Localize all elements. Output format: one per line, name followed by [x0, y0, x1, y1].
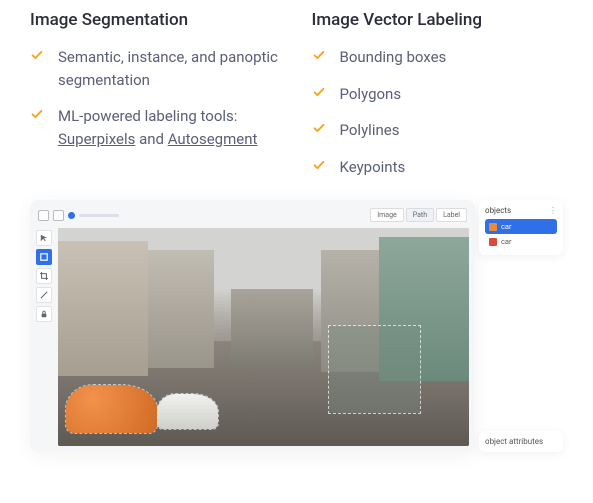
object-row[interactable]: car — [485, 234, 557, 249]
feature-item: Semantic, instance, and panoptic segment… — [58, 46, 282, 91]
panel-title-label: objects — [485, 206, 511, 215]
tab-label[interactable]: Label — [436, 208, 467, 222]
tool-pen[interactable] — [36, 287, 52, 303]
toolbar-handle-icon[interactable] — [53, 210, 64, 221]
tool-rail — [36, 228, 54, 446]
object-row[interactable]: car — [485, 219, 557, 234]
annotation-editor: Image Path Label — [30, 200, 475, 452]
section-title-vector: Image Vector Labeling — [312, 10, 564, 30]
feature-item: ML-powered labeling tools: Superpixels a… — [58, 105, 282, 150]
check-icon — [312, 48, 326, 62]
editor-top-toolbar: Image Path Label — [36, 206, 469, 224]
tab-path[interactable]: Path — [406, 208, 434, 222]
tool-box[interactable] — [36, 249, 52, 265]
tool-lock[interactable] — [36, 306, 52, 322]
toolbar-handle-icon[interactable] — [38, 210, 49, 221]
car-mask-orange[interactable] — [66, 385, 156, 433]
object-label: car — [501, 222, 512, 231]
section-title-segmentation: Image Segmentation — [30, 10, 282, 30]
object-label: car — [501, 237, 512, 246]
scene-building — [148, 250, 214, 368]
attributes-panel: object attributes — [479, 431, 563, 452]
zoom-slider[interactable] — [79, 214, 119, 217]
scene-building — [231, 289, 313, 367]
scene-building — [58, 241, 148, 376]
feature-item: Polygons — [340, 83, 564, 106]
objects-panel: objects ⋮ car car — [479, 200, 563, 255]
tab-image[interactable]: Image — [370, 208, 404, 222]
check-icon — [30, 48, 44, 62]
zoom-dot-icon[interactable] — [68, 212, 75, 219]
check-icon — [312, 158, 326, 172]
link-superpixels[interactable]: Superpixels — [58, 130, 135, 148]
check-icon — [30, 107, 44, 121]
color-swatch-icon — [489, 238, 497, 246]
polygon-annotation[interactable] — [329, 326, 419, 413]
check-icon — [312, 85, 326, 99]
check-icon — [312, 121, 326, 135]
feature-item: Polylines — [340, 119, 564, 142]
link-autosegment[interactable]: Autosegment — [168, 130, 258, 148]
feature-item: Keypoints — [340, 156, 564, 179]
tool-crop[interactable] — [36, 268, 52, 284]
feature-item: Bounding boxes — [340, 46, 564, 69]
panel-title-label: object attributes — [485, 437, 543, 446]
color-swatch-icon — [489, 223, 497, 231]
more-icon[interactable]: ⋮ — [549, 206, 557, 215]
canvas-image[interactable] — [58, 228, 469, 446]
tool-pointer[interactable] — [36, 230, 52, 246]
car-mask-white[interactable] — [157, 394, 219, 429]
